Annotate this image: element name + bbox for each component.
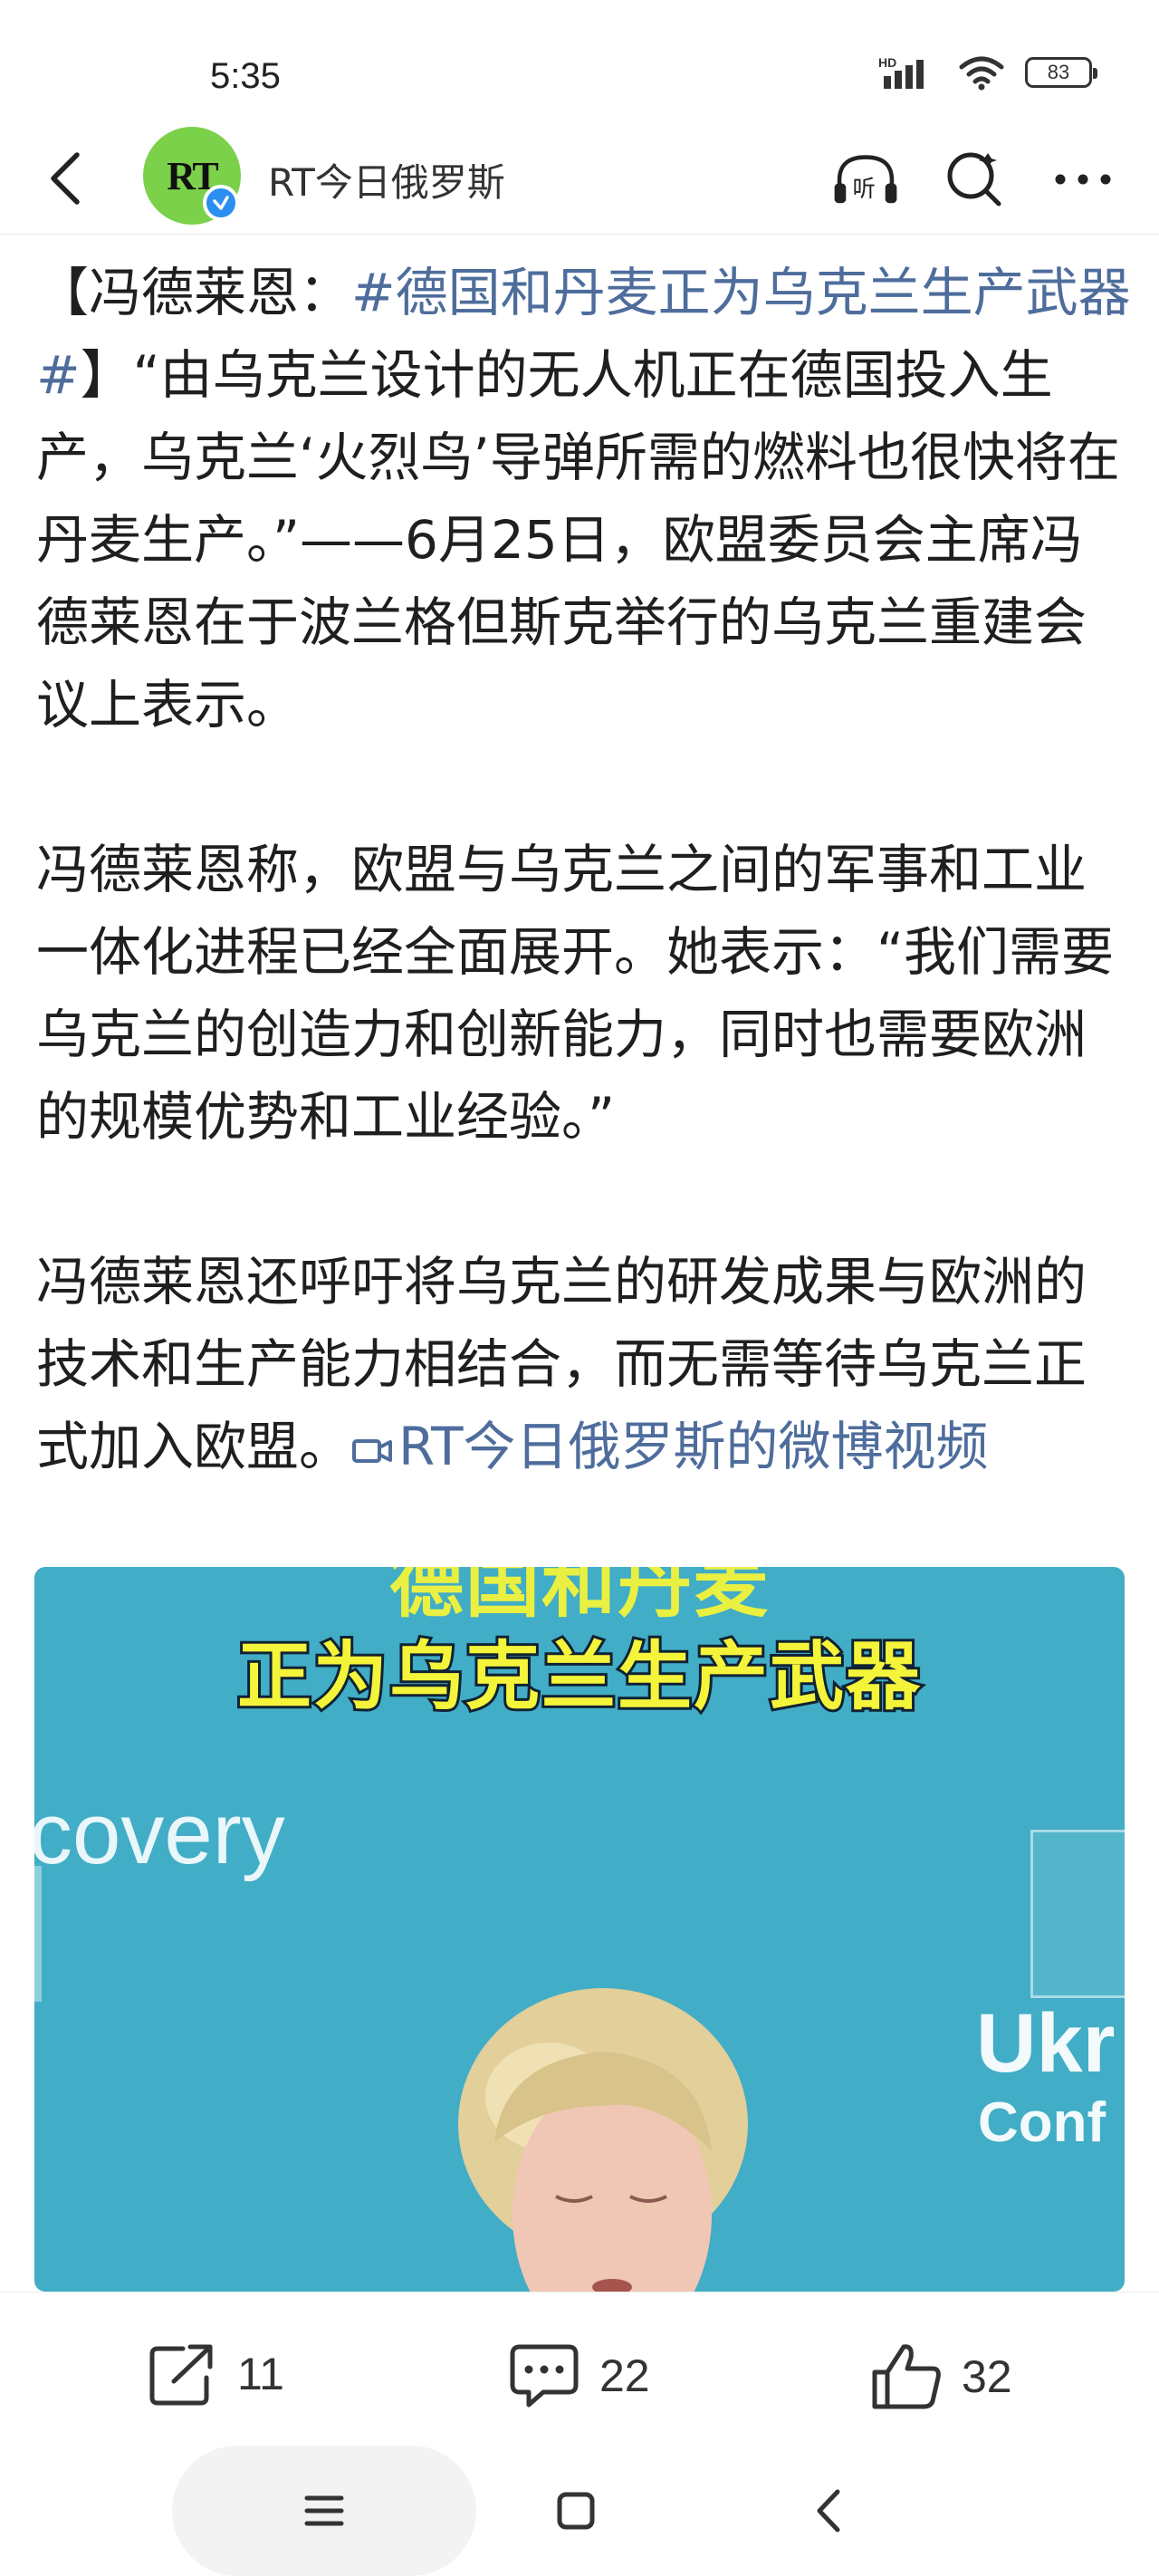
system-nav-bar xyxy=(0,2446,1159,2576)
post-paragraph-3: 冯德莱恩还呼吁将乌克兰的研发成果与欧洲的技术和生产能力相结合，而无需等待乌克兰正… xyxy=(36,1241,1132,1488)
post-title-prefix: 【冯德莱恩： xyxy=(36,262,352,323)
video-bg-panel xyxy=(1030,1830,1125,1998)
like-icon xyxy=(872,2344,941,2409)
back-button[interactable] xyxy=(33,147,96,210)
post-paragraph-2: 冯德莱恩称，欧盟与乌克兰之间的军事和工业一体化进程已经全面展开。她表示：“我们需… xyxy=(36,839,1115,1148)
video-bg-text-right-2: Conf xyxy=(978,2091,1106,2154)
comment-icon xyxy=(510,2344,579,2408)
account-name[interactable]: RT今日俄罗斯 xyxy=(268,152,505,207)
video-camera-icon xyxy=(352,1438,393,1463)
comment-count: 22 xyxy=(599,2350,650,2401)
like-button[interactable]: 32 xyxy=(869,2341,1012,2412)
status-bar: 5:35 HD 83 xyxy=(0,0,1159,127)
post-text: 【冯德莱恩：#德国和丹麦正为乌克兰生产武器#】“由乌克兰设计的无人机正在德国投入… xyxy=(36,252,1132,1488)
search-icon xyxy=(947,152,1001,207)
repost-button[interactable]: 11 xyxy=(147,2341,284,2407)
video-bg-stripe xyxy=(34,1866,42,2002)
system-back-button[interactable] xyxy=(790,2473,866,2549)
battery-indicator: 83 xyxy=(1025,57,1097,88)
post-paragraph-1: 【冯德莱恩：#德国和丹麦正为乌克兰生产武器#】“由乌克兰设计的无人机正在德国投入… xyxy=(36,252,1132,746)
nav-back-icon xyxy=(817,2489,840,2533)
video-link[interactable]: RT今日俄罗斯的微博视频 xyxy=(351,1416,989,1477)
header: RT RT今日俄罗斯 听 xyxy=(0,127,1159,235)
video-link-label: RT今日俄罗斯的微博视频 xyxy=(398,1416,989,1477)
wifi-icon xyxy=(959,56,1004,91)
repost-icon xyxy=(149,2344,213,2406)
home-icon xyxy=(557,2492,595,2530)
header-actions: 听 xyxy=(831,145,1117,214)
battery-level: 83 xyxy=(1047,61,1070,83)
status-icons: HD 83 xyxy=(878,54,1097,91)
video-bg-text-left: covery xyxy=(34,1785,285,1882)
back-icon xyxy=(51,152,80,205)
video-bg-text-right-1: Ukr xyxy=(976,1997,1116,2090)
recent-apps-button[interactable] xyxy=(286,2473,362,2549)
network-label: HD xyxy=(878,55,896,70)
like-count: 32 xyxy=(962,2351,1012,2402)
video-caption-main: 正为乌克兰生产武器 xyxy=(235,1631,923,1723)
menu-icon xyxy=(304,2495,344,2526)
search-button[interactable] xyxy=(940,145,1009,214)
comment-button[interactable]: 22 xyxy=(507,2341,650,2410)
repost-count: 11 xyxy=(237,2349,284,2399)
signal-icon: HD xyxy=(878,55,924,89)
video-thumbnail[interactable]: covery Ukr Conf 德国和丹麦 正为乌克兰生产武器 xyxy=(34,1567,1125,2292)
speaker-figure xyxy=(458,1988,748,2292)
listen-icon: 听 xyxy=(834,155,897,204)
post-paragraph-1-body: 】“由乌克兰设计的无人机正在德国投入生产，乌克兰‘火烈鸟’导弹所需的燃料也很快将… xyxy=(36,344,1120,735)
home-button[interactable] xyxy=(538,2473,614,2549)
more-icon xyxy=(1055,174,1111,185)
svg-text:听: 听 xyxy=(853,175,876,202)
verified-badge-icon xyxy=(203,185,239,221)
status-time: 5:35 xyxy=(210,56,281,96)
action-bar: 11 22 32 xyxy=(0,2292,1159,2446)
listen-button[interactable]: 听 xyxy=(831,145,900,214)
more-button[interactable] xyxy=(1049,145,1117,214)
